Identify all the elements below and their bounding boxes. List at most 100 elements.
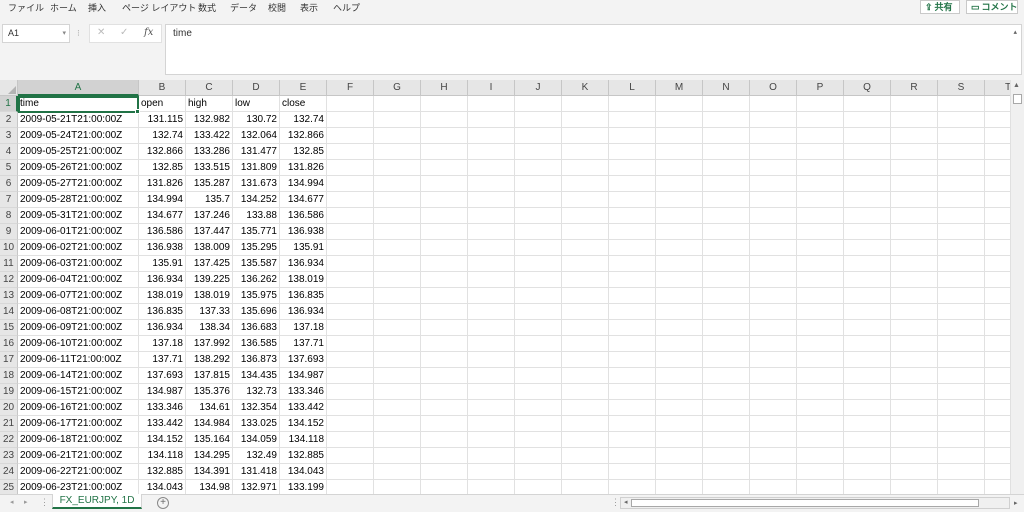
cell[interactable] bbox=[656, 256, 703, 272]
cell[interactable] bbox=[703, 160, 750, 176]
cell[interactable] bbox=[703, 368, 750, 384]
cell[interactable] bbox=[515, 256, 562, 272]
cell[interactable] bbox=[750, 128, 797, 144]
header-cell-open[interactable]: open bbox=[139, 96, 186, 112]
data-cell[interactable]: 135.7 bbox=[186, 192, 233, 208]
data-cell[interactable]: 132.064 bbox=[233, 128, 280, 144]
header-cell-high[interactable]: high bbox=[186, 96, 233, 112]
column-header-d[interactable]: D bbox=[233, 80, 280, 96]
data-cell[interactable]: 131.826 bbox=[280, 160, 327, 176]
cell[interactable] bbox=[515, 128, 562, 144]
cell[interactable] bbox=[797, 320, 844, 336]
cell[interactable] bbox=[750, 176, 797, 192]
cell[interactable] bbox=[609, 416, 656, 432]
row-header[interactable]: 13 bbox=[0, 288, 18, 304]
cell[interactable] bbox=[703, 96, 750, 112]
cell[interactable] bbox=[797, 144, 844, 160]
cell[interactable] bbox=[515, 96, 562, 112]
data-cell[interactable]: 137.425 bbox=[186, 256, 233, 272]
cell[interactable] bbox=[421, 208, 468, 224]
cell[interactable] bbox=[468, 240, 515, 256]
cell[interactable] bbox=[421, 176, 468, 192]
cell[interactable] bbox=[327, 352, 374, 368]
data-cell[interactable]: 134.677 bbox=[280, 192, 327, 208]
header-cell-close[interactable]: close bbox=[280, 96, 327, 112]
cell[interactable] bbox=[938, 336, 985, 352]
cell[interactable] bbox=[656, 176, 703, 192]
cell[interactable] bbox=[515, 480, 562, 494]
cell[interactable] bbox=[844, 224, 891, 240]
cell[interactable] bbox=[421, 96, 468, 112]
cell[interactable] bbox=[797, 176, 844, 192]
cell[interactable] bbox=[938, 416, 985, 432]
row-header[interactable]: 21 bbox=[0, 416, 18, 432]
cell[interactable] bbox=[891, 352, 938, 368]
cell[interactable] bbox=[656, 128, 703, 144]
cell[interactable] bbox=[374, 352, 421, 368]
data-cell[interactable]: 135.164 bbox=[186, 432, 233, 448]
cell[interactable] bbox=[750, 272, 797, 288]
chevron-down-icon[interactable]: ▾ bbox=[62, 25, 66, 42]
data-cell[interactable]: 131.477 bbox=[233, 144, 280, 160]
data-cell[interactable]: 136.835 bbox=[280, 288, 327, 304]
cell[interactable] bbox=[562, 336, 609, 352]
data-cell[interactable]: 2009-05-26T21:00:00Z bbox=[18, 160, 139, 176]
cell[interactable] bbox=[938, 288, 985, 304]
data-cell[interactable]: 135.91 bbox=[139, 256, 186, 272]
cell[interactable] bbox=[374, 272, 421, 288]
name-box[interactable]: A1 ▾ bbox=[2, 24, 70, 43]
cell[interactable] bbox=[515, 208, 562, 224]
data-cell[interactable]: 2009-05-28T21:00:00Z bbox=[18, 192, 139, 208]
data-cell[interactable]: 136.934 bbox=[280, 304, 327, 320]
cell[interactable] bbox=[609, 384, 656, 400]
data-cell[interactable]: 2009-05-27T21:00:00Z bbox=[18, 176, 139, 192]
cell[interactable] bbox=[656, 144, 703, 160]
next-sheet-icon[interactable]: ▸ bbox=[24, 498, 28, 506]
data-cell[interactable]: 134.059 bbox=[233, 432, 280, 448]
cell[interactable] bbox=[468, 160, 515, 176]
cell[interactable] bbox=[562, 96, 609, 112]
cell[interactable] bbox=[515, 224, 562, 240]
cell[interactable] bbox=[609, 208, 656, 224]
scroll-left-icon[interactable]: ◂ bbox=[624, 498, 628, 508]
data-cell[interactable]: 137.992 bbox=[186, 336, 233, 352]
cell[interactable] bbox=[750, 480, 797, 494]
cell[interactable] bbox=[656, 416, 703, 432]
data-cell[interactable]: 2009-06-21T21:00:00Z bbox=[18, 448, 139, 464]
cell[interactable] bbox=[891, 288, 938, 304]
cell[interactable] bbox=[374, 368, 421, 384]
data-cell[interactable]: 134.252 bbox=[233, 192, 280, 208]
cell[interactable] bbox=[515, 448, 562, 464]
data-cell[interactable]: 136.934 bbox=[139, 272, 186, 288]
tab-review[interactable]: 校閲 bbox=[268, 1, 286, 15]
data-cell[interactable]: 132.85 bbox=[139, 160, 186, 176]
tab-file[interactable]: ファイル bbox=[8, 1, 44, 15]
cell[interactable] bbox=[797, 400, 844, 416]
cell[interactable] bbox=[609, 464, 656, 480]
column-header-b[interactable]: B bbox=[139, 80, 186, 96]
column-header-j[interactable]: J bbox=[515, 80, 562, 96]
cell[interactable] bbox=[468, 304, 515, 320]
data-cell[interactable]: 134.994 bbox=[139, 192, 186, 208]
cell[interactable] bbox=[562, 288, 609, 304]
cell[interactable] bbox=[797, 272, 844, 288]
cell[interactable] bbox=[750, 208, 797, 224]
cell[interactable] bbox=[891, 448, 938, 464]
row-header[interactable]: 2 bbox=[0, 112, 18, 128]
cell[interactable] bbox=[515, 400, 562, 416]
cell[interactable] bbox=[327, 464, 374, 480]
cell[interactable] bbox=[421, 336, 468, 352]
cell[interactable] bbox=[421, 480, 468, 494]
data-cell[interactable]: 134.984 bbox=[186, 416, 233, 432]
cell[interactable] bbox=[938, 368, 985, 384]
cell[interactable] bbox=[609, 432, 656, 448]
cell[interactable] bbox=[656, 112, 703, 128]
cell[interactable] bbox=[421, 160, 468, 176]
data-cell[interactable]: 2009-06-14T21:00:00Z bbox=[18, 368, 139, 384]
data-cell[interactable]: 134.043 bbox=[280, 464, 327, 480]
cell[interactable] bbox=[891, 416, 938, 432]
cell[interactable] bbox=[797, 384, 844, 400]
column-header-g[interactable]: G bbox=[374, 80, 421, 96]
cell[interactable] bbox=[515, 192, 562, 208]
cell[interactable] bbox=[515, 384, 562, 400]
